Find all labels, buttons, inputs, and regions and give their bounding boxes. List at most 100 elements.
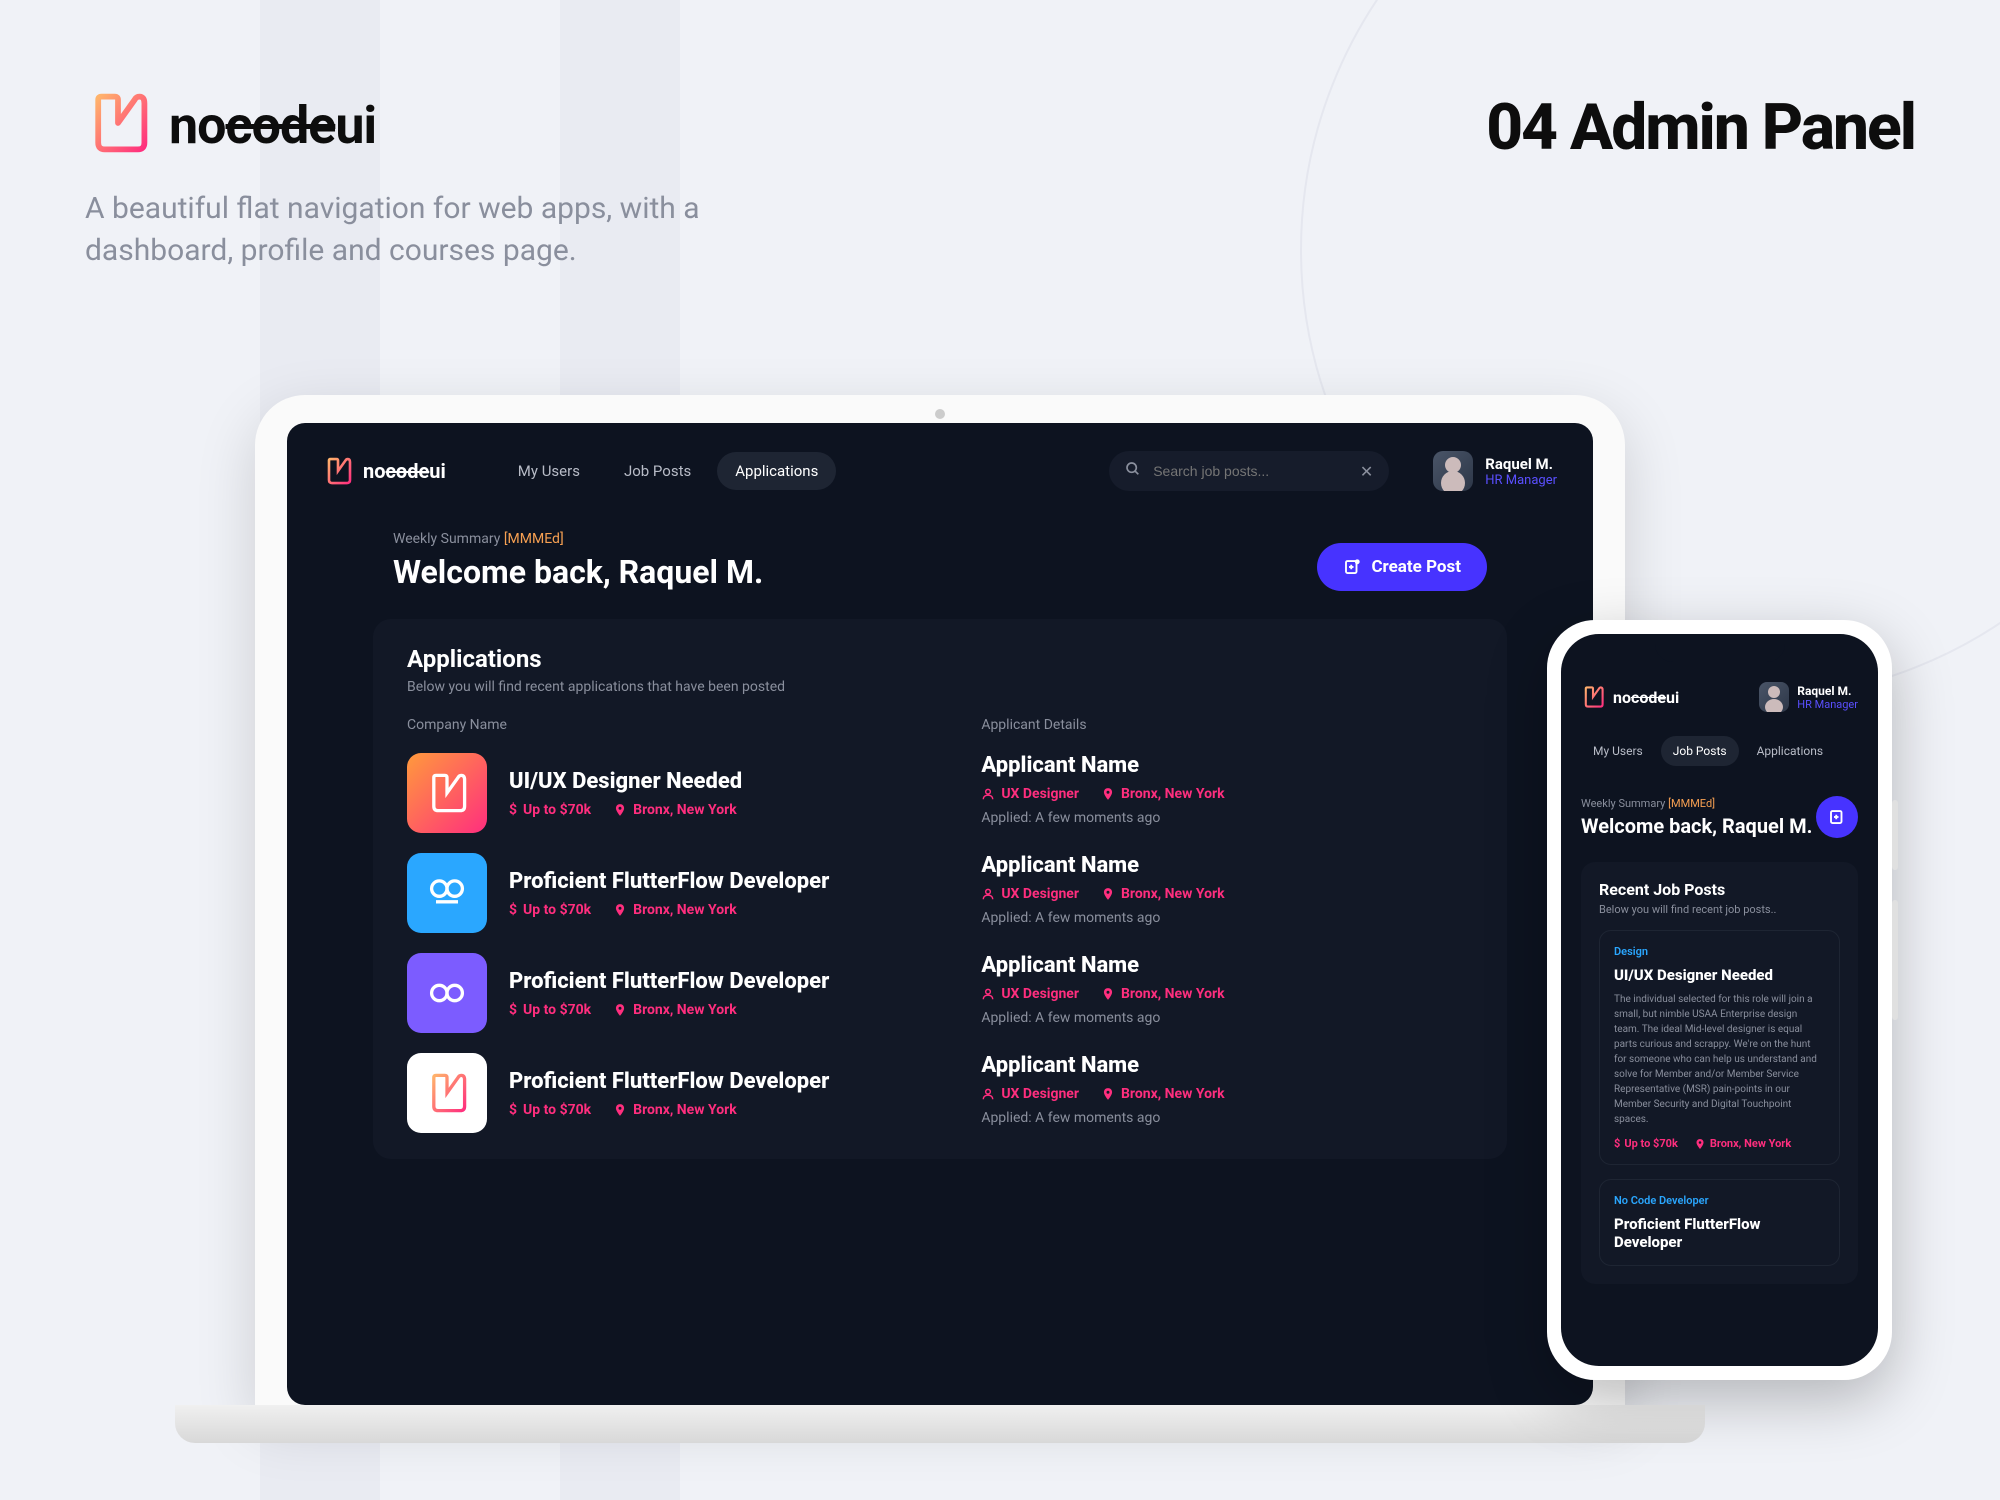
user-icon: [981, 1087, 995, 1101]
company-tile: [407, 753, 487, 833]
nav-my-users[interactable]: My Users: [500, 452, 598, 490]
user-name: Raquel M.: [1485, 455, 1557, 473]
job-meta: $ Up to $70k Bronx, New York: [509, 1002, 829, 1018]
job-title: Proficient FlutterFlow Developer: [509, 969, 829, 994]
app-logo[interactable]: nocodeui: [323, 456, 446, 486]
applications-panel: Applications Below you will find recent …: [373, 619, 1507, 1159]
nav-applications[interactable]: Applications: [717, 452, 836, 490]
search-box[interactable]: ✕: [1109, 451, 1389, 491]
phone-button: [1892, 900, 1898, 1020]
tagline: A beautiful flat navigation for web apps…: [85, 188, 805, 272]
create-post-button[interactable]: Create Post: [1317, 543, 1487, 591]
job-title: Proficient FlutterFlow Developer: [509, 1069, 829, 1094]
nav-my-users[interactable]: My Users: [1581, 736, 1655, 766]
phone-logo[interactable]: nocodeui: [1581, 685, 1679, 709]
user-menu[interactable]: Raquel M. HR Manager: [1433, 451, 1557, 491]
pin-icon: [613, 1003, 627, 1017]
job-title: UI/UX Designer Needed: [509, 769, 742, 794]
applied-time: Applied: A few moments ago: [981, 1010, 1473, 1026]
phone-panel: Recent Job Posts Below you will find rec…: [1581, 862, 1858, 1284]
job-meta: $ Up to $70k Bronx, New York: [509, 1102, 829, 1118]
dollar-icon: $: [509, 802, 517, 818]
phone-topbar: nocodeui Raquel M. HR Manager: [1581, 682, 1858, 712]
search-input[interactable]: [1153, 463, 1348, 479]
job-meta: $ Up to $70k Bronx, New York: [509, 802, 742, 818]
pin-icon: [1101, 1087, 1115, 1101]
laptop-base: [175, 1405, 1705, 1443]
application-row[interactable]: Proficient FlutterFlow Developer $ Up to…: [407, 1053, 1473, 1133]
create-icon: [1343, 558, 1361, 576]
company-tile: [407, 1053, 487, 1133]
brand-text: nocodeui: [169, 95, 376, 156]
applied-time: Applied: A few moments ago: [981, 1110, 1473, 1126]
job-card[interactable]: Design UI/UX Designer Needed The individ…: [1599, 930, 1840, 1165]
dollar-icon: $: [509, 1102, 517, 1118]
pin-icon: [1101, 887, 1115, 901]
create-post-fab[interactable]: [1816, 796, 1858, 838]
applicant-meta: UX Designer Bronx, New York: [981, 1086, 1473, 1102]
application-row[interactable]: Proficient FlutterFlow Developer $ Up to…: [407, 853, 1473, 933]
job-meta: $ Up to $70k Bronx, New York: [509, 902, 829, 918]
applied-time: Applied: A few moments ago: [981, 910, 1473, 926]
summary-tag: Weekly Summary [MMMEd]: [1581, 797, 1812, 810]
phone-welcome-row: Weekly Summary [MMMEd] Welcome back, Raq…: [1581, 796, 1858, 838]
panel-subtitle: Below you will find recent job posts..: [1599, 903, 1840, 916]
user-role: HR Manager: [1797, 698, 1858, 711]
clear-icon[interactable]: ✕: [1360, 462, 1373, 481]
application-row[interactable]: Proficient FlutterFlow Developer $ Up to…: [407, 953, 1473, 1033]
col-applicant: Applicant Details: [961, 717, 1473, 733]
col-company: Company Name: [407, 717, 961, 733]
laptop-screen: nocodeui My Users Job Posts Applications…: [287, 423, 1593, 1405]
phone-screen: nocodeui Raquel M. HR Manager My Users J…: [1561, 634, 1878, 1366]
application-row[interactable]: UI/UX Designer Needed $ Up to $70k Bronx…: [407, 753, 1473, 833]
applied-time: Applied: A few moments ago: [981, 810, 1473, 826]
applicant-name: Applicant Name: [981, 1053, 1473, 1078]
laptop-camera: [935, 409, 945, 419]
welcome-title: Welcome back, Raquel M.: [1581, 814, 1812, 838]
user-icon: [981, 987, 995, 1001]
topbar: nocodeui My Users Job Posts Applications…: [323, 451, 1557, 491]
job-card[interactable]: No Code Developer Proficient FlutterFlow…: [1599, 1179, 1840, 1266]
main-nav: My Users Job Posts Applications: [500, 452, 837, 490]
job-category: Design: [1614, 945, 1825, 958]
pin-icon: [1694, 1138, 1706, 1150]
create-icon: [1828, 808, 1846, 826]
phone-button: [1892, 800, 1898, 870]
create-post-label: Create Post: [1371, 557, 1461, 577]
panel-title: Applications: [407, 645, 1473, 673]
applicant-meta: UX Designer Bronx, New York: [981, 886, 1473, 902]
applicant-name: Applicant Name: [981, 753, 1473, 778]
welcome-title: Welcome back, Raquel M.: [393, 553, 763, 591]
applicant-meta: UX Designer Bronx, New York: [981, 786, 1473, 802]
user-role: HR Manager: [1485, 473, 1557, 488]
job-meta: $Up to $70k Bronx, New York: [1614, 1137, 1825, 1150]
columns-header: Company Name Applicant Details: [407, 717, 1473, 733]
pin-icon: [613, 803, 627, 817]
avatar: [1433, 451, 1473, 491]
applicant-name: Applicant Name: [981, 953, 1473, 978]
phone-brand-text: nocodeui: [1613, 688, 1679, 707]
nav-job-posts[interactable]: Job Posts: [1661, 736, 1739, 766]
dollar-icon: $: [509, 902, 517, 918]
phone-nav: My Users Job Posts Applications: [1581, 736, 1858, 766]
job-title: Proficient FlutterFlow Developer: [1614, 1215, 1825, 1251]
panel-subtitle: Below you will find recent applications …: [407, 679, 1473, 695]
company-tile: [407, 953, 487, 1033]
app-brand-text: nocodeui: [363, 459, 446, 483]
logo-icon: [85, 90, 151, 160]
nav-job-posts[interactable]: Job Posts: [606, 452, 709, 490]
summary-tag: Weekly Summary [MMMEd]: [393, 531, 763, 547]
user-icon: [981, 887, 995, 901]
phone-user-menu[interactable]: Raquel M. HR Manager: [1759, 682, 1858, 712]
user-name: Raquel M.: [1797, 684, 1858, 698]
job-title: Proficient FlutterFlow Developer: [509, 869, 829, 894]
user-icon: [981, 787, 995, 801]
nav-applications[interactable]: Applications: [1745, 736, 1835, 766]
dollar-icon: $: [509, 1002, 517, 1018]
applicant-meta: UX Designer Bronx, New York: [981, 986, 1473, 1002]
company-tile: [407, 853, 487, 933]
panel-title: Recent Job Posts: [1599, 880, 1840, 899]
job-title: UI/UX Designer Needed: [1614, 966, 1825, 984]
search-icon: [1125, 461, 1141, 481]
page-header: nocodeui A beautiful flat navigation for…: [85, 90, 1915, 272]
